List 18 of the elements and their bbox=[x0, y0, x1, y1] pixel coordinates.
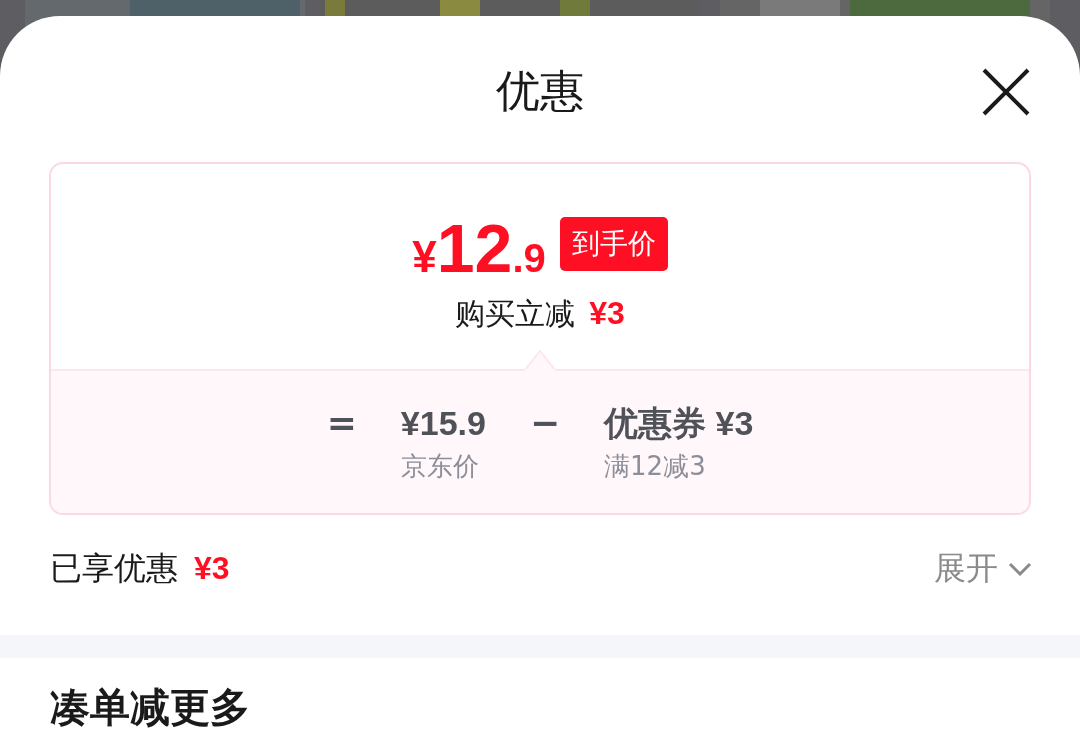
math-operator: = bbox=[326, 401, 357, 446]
enjoyed-discount-label: 已享优惠 bbox=[50, 548, 178, 590]
chevron-icon bbox=[1008, 562, 1032, 577]
close-icon bbox=[980, 66, 1032, 118]
price-term-caption: 京东价 bbox=[400, 450, 480, 484]
price-term: 优惠券 ¥3 bbox=[604, 403, 754, 445]
section-title: 凑单减更多 bbox=[49, 683, 251, 732]
instant-discount-amount: ¥3 bbox=[589, 294, 625, 332]
sheet-title: 优惠 bbox=[496, 64, 584, 119]
final-price-badge: 到手价 bbox=[559, 216, 668, 271]
close-button[interactable] bbox=[980, 66, 1032, 118]
instant-discount-label: 购买立减 bbox=[455, 294, 576, 333]
math-operator: − bbox=[529, 401, 561, 446]
expand-toggle[interactable]: 展开 bbox=[934, 547, 1032, 592]
price-term-caption: 满12减3 bbox=[604, 450, 707, 484]
final-price: ¥12.9 bbox=[412, 213, 546, 282]
enjoyed-discount-amount: ¥3 bbox=[194, 550, 230, 588]
price-term: ¥15.9 bbox=[400, 403, 486, 445]
